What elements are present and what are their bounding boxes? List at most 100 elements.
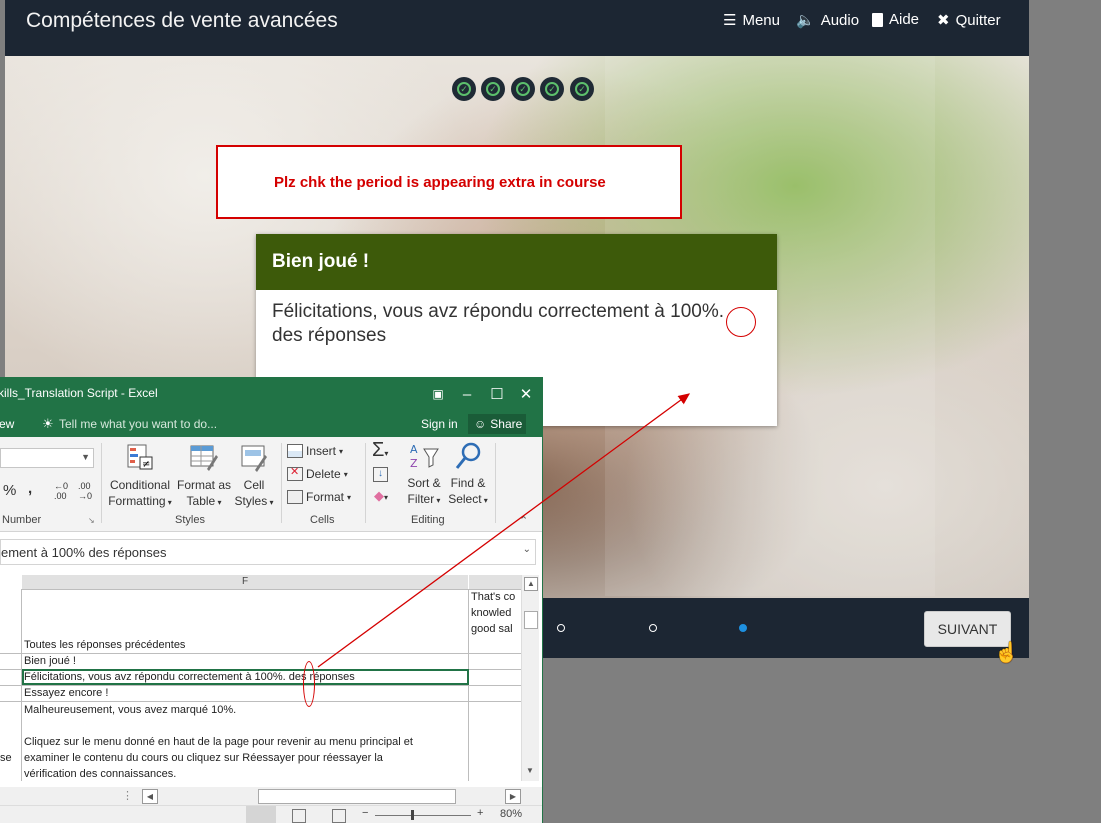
menu-button[interactable]: ☰ Menu — [723, 11, 780, 30]
zoom-in-icon[interactable]: + — [477, 807, 483, 819]
normal-view-icon[interactable] — [246, 806, 276, 823]
zoom-level[interactable]: 80% — [500, 808, 522, 820]
ribbon-display-icon[interactable]: ▣ — [427, 383, 449, 405]
clear-eraser-icon[interactable]: ◆▾ — [374, 488, 388, 504]
cell-g-1-line3[interactable]: good sal — [471, 623, 513, 635]
cell-g-1-line1[interactable]: That's co — [471, 591, 515, 603]
zoom-slider-handle[interactable] — [411, 810, 414, 820]
divider — [281, 443, 282, 523]
tell-me-box[interactable]: Tell me what you want to do... — [59, 417, 217, 431]
status-bar: − + 80% — [0, 805, 542, 823]
course-topbar: Compétences de vente avancées ☰ Menu 🔈 A… — [5, 0, 1029, 56]
cell-f-5-line1[interactable]: Malheureusement, vous avez marqué 10%. — [24, 704, 236, 716]
insert-button[interactable]: Insert ▾ — [287, 444, 343, 458]
format-as-table-icon — [190, 445, 218, 471]
close-window-button[interactable]: ✕ — [515, 383, 537, 405]
horizontal-scrollbar[interactable]: ⋮ ◀ ▶ — [0, 787, 542, 805]
horizontal-scroll-thumb[interactable] — [258, 789, 456, 804]
scroll-right-icon[interactable]: ▶ — [505, 789, 521, 804]
column-header-g[interactable] — [469, 575, 521, 590]
insert-label: Insert — [306, 444, 337, 458]
page-layout-icon[interactable] — [292, 809, 306, 823]
zoom-out-icon[interactable]: − — [362, 807, 368, 819]
annotation-circle — [726, 307, 756, 337]
autosum-icon[interactable]: Σ▾ — [372, 439, 388, 462]
cell-f-5-line3[interactable]: examiner le contenu du cours ou cliquez … — [24, 752, 383, 764]
expand-formula-icon[interactable]: ⌄ — [523, 544, 531, 555]
sign-in-link[interactable]: Sign in — [421, 417, 458, 431]
conditional-formatting-button[interactable]: ≠ Conditional Formatting ▾ — [106, 443, 174, 511]
review-annotation: Plz chk the period is appearing extra in… — [216, 145, 682, 219]
share-label: Share — [490, 417, 523, 431]
dialog-launcher-icon[interactable]: ↘ — [88, 516, 95, 525]
share-button[interactable]: ☺ Share — [468, 414, 526, 434]
delete-cells-icon: ✕ — [287, 466, 303, 481]
delete-button[interactable]: ✕ Delete ▾ — [287, 466, 348, 481]
sort-filter-button[interactable]: A Z Sort & Filter ▾ — [404, 441, 444, 509]
cells-group-label: Cells — [310, 514, 335, 526]
scroll-down-icon[interactable]: ▼ — [524, 765, 536, 777]
cell-g-1-line2[interactable]: knowled — [471, 607, 511, 619]
cell-styles-line2: Styles ▾ — [234, 494, 274, 508]
minimize-button[interactable]: – — [456, 383, 478, 405]
help-button[interactable]: Aide — [872, 11, 919, 28]
formula-bar[interactable]: ement à 100% des réponses ⌄ — [0, 539, 536, 565]
decrease-decimal-button[interactable]: .00 →0 — [78, 481, 92, 501]
cell-styles-button[interactable]: Cell Styles ▾ — [232, 443, 276, 511]
cell-f-2[interactable]: Bien joué ! — [24, 655, 76, 667]
person-icon: ☺ — [474, 417, 487, 431]
slide-dot-1[interactable] — [557, 624, 565, 632]
maximize-button[interactable]: ☐ — [486, 383, 508, 405]
excel-tab-bar: ew ☀ Tell me what you want to do... Sign… — [0, 411, 542, 437]
zoom-slider[interactable] — [375, 815, 471, 816]
svg-text:A: A — [410, 443, 418, 456]
progress-check-4: ✓ — [540, 77, 564, 101]
list-icon: ☰ — [723, 12, 737, 29]
increase-decimal-button[interactable]: ←0 .00 — [54, 481, 68, 501]
selected-cell-outline — [22, 669, 469, 685]
page-break-icon[interactable] — [332, 809, 346, 823]
format-button[interactable]: Format ▾ — [287, 490, 351, 504]
feedback-title: Bien joué ! — [272, 251, 370, 272]
sort-filter-icon: A Z — [410, 443, 439, 470]
gridline — [0, 653, 521, 654]
scroll-thumb[interactable] — [524, 611, 538, 629]
format-as-table-button[interactable]: Format as Table ▾ — [175, 443, 233, 511]
cell-annotation-circle — [303, 661, 315, 707]
menu-label: Menu — [742, 11, 780, 29]
slide-dot-3-active[interactable] — [739, 624, 747, 632]
vertical-scrollbar[interactable]: ▲ ▼ — [521, 575, 539, 781]
conditional-formatting-line1: Conditional — [109, 478, 171, 492]
comma-style-button[interactable]: , — [28, 480, 32, 497]
sheet-splitter-icon[interactable]: ⋮ — [122, 789, 133, 802]
progress-check-5: ✓ — [570, 77, 594, 101]
scroll-left-icon[interactable]: ◀ — [142, 789, 158, 804]
format-cells-icon — [287, 490, 303, 504]
divider — [101, 443, 102, 523]
audio-button[interactable]: 🔈 Audio — [796, 11, 859, 30]
help-label: Aide — [889, 11, 920, 28]
fill-icon[interactable]: ↓ — [373, 467, 388, 482]
divider — [495, 443, 496, 523]
check-icon: ✓ — [575, 82, 589, 96]
percent-style-button[interactable]: % — [3, 482, 16, 499]
lightbulb-icon: ☀ — [42, 416, 54, 431]
number-format-dropdown[interactable]: ▼ — [0, 448, 94, 468]
cell-styles-line1: Cell — [243, 478, 265, 492]
collapse-ribbon-icon[interactable]: ⌃ — [519, 514, 528, 527]
svg-text:Z: Z — [410, 457, 418, 470]
slide-dot-2[interactable] — [649, 624, 657, 632]
excel-titlebar: kills_Translation Script - Excel ▣ – ☐ ✕ — [0, 377, 542, 411]
cell-f-5-line4[interactable]: vérification des connaissances. — [24, 768, 176, 780]
cell-e-fragment[interactable]: se — [0, 752, 12, 764]
chevron-down-icon: ▾ — [339, 446, 344, 456]
quit-button[interactable]: ✖ Quitter — [937, 11, 1001, 30]
cell-f-4[interactable]: Essayez encore ! — [24, 687, 108, 699]
gridline — [0, 685, 521, 686]
column-header-f[interactable]: F — [22, 575, 468, 590]
cell-f-5-line2[interactable]: Cliquez sur le menu donné en haut de la … — [24, 736, 413, 748]
scroll-up-icon[interactable]: ▲ — [524, 577, 538, 591]
view-tab[interactable]: ew — [0, 417, 14, 431]
cell-f-1[interactable]: Toutes les réponses précédentes — [24, 639, 185, 651]
find-select-button[interactable]: Find & Select ▾ — [446, 441, 490, 509]
